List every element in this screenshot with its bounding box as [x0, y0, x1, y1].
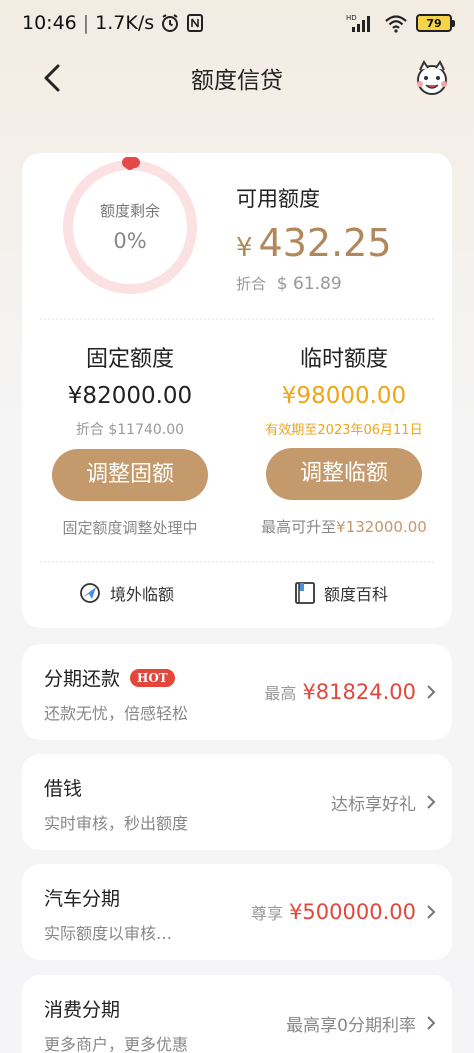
adjust-temp-button[interactable]: 调整临额: [266, 448, 422, 500]
encyclopedia-label: 额度百科: [324, 585, 389, 604]
wifi-icon: [385, 15, 407, 33]
service-item-borrow[interactable]: 借钱 实时审核，秒出额度 达标享好礼: [22, 754, 452, 850]
nfc-icon: [187, 14, 204, 32]
temp-quota-amount: ¥98000.00: [281, 383, 407, 409]
remaining-ring: 额度剩余 0%: [58, 155, 202, 299]
mascot-icon[interactable]: [412, 58, 452, 98]
ring-label: 额度剩余: [99, 202, 160, 220]
hot-badge: HOT: [130, 668, 175, 687]
available-currency: ¥: [236, 233, 253, 263]
service-right-text: 最高享0分期利率: [286, 1015, 416, 1036]
temp-quota: 临时额度 ¥98000.00 有效期至2023年06月11日 调整临额 最高可升…: [244, 341, 444, 537]
ring-marker: [122, 157, 140, 168]
divider: [40, 318, 434, 320]
chevron-right-icon: [427, 795, 436, 809]
encyclopedia-link[interactable]: 额度百科: [294, 581, 388, 605]
temp-note-value: ¥132000.00: [336, 518, 427, 536]
service-item-installment-repay[interactable]: 分期还款 HOT 还款无忧，倍感轻松 最高 ¥81824.00: [22, 644, 452, 740]
service-desc: 还款无忧，倍感轻松: [44, 704, 189, 723]
page-title: 额度信贷: [191, 68, 283, 94]
service-item-consumer-installment[interactable]: 消费分期 更多商户，更多优惠 最高享0分期利率: [22, 975, 452, 1053]
fixed-quota-amount: ¥82000.00: [67, 383, 193, 409]
chevron-right-icon: [427, 1016, 436, 1030]
fixed-quota-usd: 折合 $11740.00: [75, 422, 185, 438]
signal-icon: HD: [346, 14, 370, 32]
temp-note-prefix: 最高可升至: [261, 518, 337, 536]
service-desc: 更多商户，更多优惠: [44, 1035, 189, 1053]
back-icon[interactable]: [38, 62, 70, 94]
status-bar: 10:46 | 1.7K/s HD 79: [0, 0, 474, 46]
temp-quota-note: 最高可升至¥132000.00: [244, 516, 444, 537]
adjust-fixed-button[interactable]: 调整固额: [52, 449, 208, 501]
service-right-text: 达标享好礼: [331, 794, 416, 815]
fixed-quota-note: 固定额度调整处理中: [62, 519, 198, 537]
ring-chart: [63, 157, 197, 294]
service-desc: 实时审核，秒出额度: [44, 814, 189, 833]
service-right-prefix: 最高: [264, 684, 297, 703]
available-usd-prefix: 折合: [236, 275, 267, 293]
overseas-limit-icon: [80, 583, 100, 603]
battery-level: 79: [426, 16, 442, 30]
available-amount: ¥ 432.25: [236, 221, 392, 265]
temp-quota-title: 临时额度: [299, 347, 388, 372]
encyclopedia-book-icon: [295, 582, 315, 604]
overseas-limit-label: 境外临额: [110, 585, 175, 604]
service-title: 汽车分期: [44, 888, 121, 910]
service-title: 消费分期: [44, 999, 121, 1021]
service-right-prefix: 尊享: [251, 904, 284, 923]
temp-quota-valid: 有效期至2023年06月11日: [265, 423, 423, 438]
available-usd-value: $ 61.89: [276, 274, 342, 294]
chevron-right-icon: [427, 905, 436, 919]
credit-summary-card: 额度剩余 0% 可用额度 ¥ 432.25 折合 $ 61.89 固定额度 ¥8…: [22, 153, 452, 628]
chevron-right-icon: [427, 685, 436, 699]
available-usd: 折合 $ 61.89: [236, 273, 342, 294]
service-title: 借钱: [44, 778, 83, 800]
fixed-quota: 固定额度 ¥82000.00 折合 $11740.00 调整固额 固定额度调整处…: [30, 341, 230, 538]
available-value: 432.25: [258, 221, 392, 265]
divider: [40, 561, 434, 563]
status-time: 10:46: [22, 12, 77, 34]
service-item-car-installment[interactable]: 汽车分期 实际额度以审核… 尊享 ¥500000.00: [22, 864, 452, 960]
nav-bar: 额度信贷: [0, 52, 474, 104]
service-right-value: ¥81824.00: [302, 680, 416, 704]
overseas-limit-link[interactable]: 境外临额: [78, 581, 174, 605]
service-right-value: ¥500000.00: [289, 900, 416, 924]
network-speed: 1.7K/s: [95, 12, 155, 34]
available-title: 可用额度: [236, 187, 320, 211]
service-title: 分期还款: [44, 668, 121, 690]
battery-icon: 79: [416, 14, 455, 32]
network-badge: HD: [346, 14, 357, 22]
ring-percent: 0%: [113, 229, 147, 253]
fixed-quota-title: 固定额度: [85, 347, 174, 372]
alarm-icon: [162, 14, 179, 32]
service-desc: 实际额度以审核…: [44, 924, 173, 943]
